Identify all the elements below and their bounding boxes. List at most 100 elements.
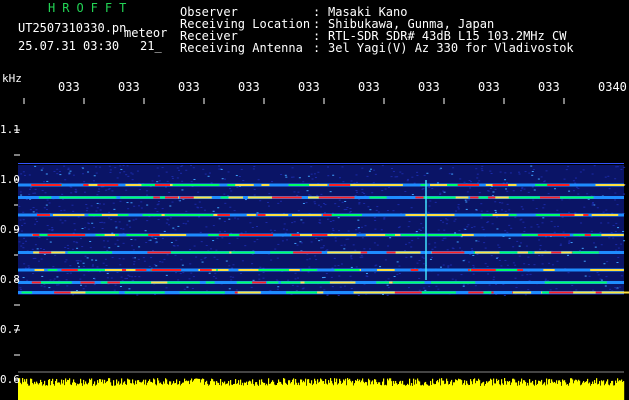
signal-segment: [101, 214, 118, 216]
signal-segment: [574, 214, 584, 216]
noise-speck: [107, 188, 110, 190]
noise-speck: [538, 239, 541, 241]
signal-segment: [584, 234, 591, 236]
noise-speck: [293, 191, 296, 193]
noise-speck: [150, 267, 153, 269]
time-tick-label: 033: [118, 80, 140, 94]
noise-speck: [499, 171, 502, 173]
noise-speck: [45, 204, 48, 206]
noise-speck: [154, 208, 157, 210]
noise-speck: [590, 216, 593, 218]
noise-speck: [475, 168, 478, 170]
noise-speck: [557, 225, 560, 227]
noise-speck: [320, 239, 323, 241]
noise-speck: [232, 276, 235, 278]
signal-segment: [21, 291, 32, 294]
noise-speck: [446, 249, 449, 251]
noise-speck: [93, 175, 96, 177]
noise-speck: [56, 173, 59, 175]
noise-speck: [523, 230, 526, 232]
noise-speck: [74, 188, 77, 190]
noise-speck: [299, 241, 302, 243]
noise-speck: [370, 168, 373, 170]
noise-speck: [327, 166, 330, 168]
noise-speck: [22, 211, 25, 213]
noise-speck: [374, 219, 377, 221]
noise-speck: [358, 203, 361, 205]
noise-speck: [32, 258, 35, 260]
noise-speck: [434, 246, 437, 248]
noise-speck: [617, 247, 620, 249]
noise-speck: [83, 181, 86, 183]
noise-speck: [32, 273, 35, 275]
noise-speck: [34, 218, 37, 220]
noise-speck: [296, 194, 299, 196]
noise-speck: [102, 203, 105, 205]
noise-speck: [421, 256, 424, 258]
noise-speck: [446, 219, 449, 221]
noise-speck: [332, 174, 335, 176]
noise-speck: [487, 190, 490, 192]
noise-speck: [175, 239, 178, 241]
noise-speck: [216, 237, 219, 239]
noise-speck: [189, 165, 192, 167]
noise-speck: [198, 216, 201, 218]
noise-speck: [406, 180, 409, 182]
noise-speck: [132, 249, 135, 251]
noise-speck: [553, 231, 556, 233]
noise-speck: [357, 294, 360, 296]
noise-speck: [523, 188, 526, 190]
signal-segment: [142, 214, 162, 216]
noise-speck: [398, 273, 401, 275]
noise-speck: [177, 225, 180, 227]
noise-speck: [497, 244, 500, 246]
noise-speck: [457, 204, 460, 206]
noise-speck: [386, 210, 389, 212]
noise-speck: [600, 222, 603, 224]
noise-speck: [437, 229, 440, 231]
noise-speck: [23, 237, 26, 239]
noise-speck: [43, 286, 46, 288]
noise-speck: [302, 202, 305, 204]
noise-speck: [168, 224, 171, 226]
noise-speck: [592, 289, 595, 291]
signal-segment: [52, 214, 85, 216]
noise-speck: [155, 265, 158, 267]
noise-speck: [156, 211, 159, 213]
noise-speck: [99, 209, 102, 211]
signal-segment: [141, 184, 155, 186]
noise-speck: [69, 170, 72, 172]
noise-speck: [171, 201, 174, 203]
signal-segment: [31, 184, 62, 186]
freq-tick-label: 0.8: [0, 273, 20, 286]
noise-speck: [372, 182, 375, 184]
signal-segment: [459, 196, 469, 199]
noise-speck: [152, 237, 155, 239]
noise-speck: [422, 263, 425, 265]
signal-segment: [377, 269, 395, 271]
noise-speck: [605, 276, 608, 278]
noise-speck: [553, 226, 556, 228]
noise-speck: [415, 232, 418, 234]
noise-speck: [529, 273, 532, 275]
signal-segment: [36, 214, 50, 216]
noise-speck: [128, 288, 131, 290]
noise-speck: [176, 177, 179, 179]
noise-speck: [341, 166, 344, 168]
noise-speck: [411, 240, 414, 242]
noise-speck: [548, 262, 551, 264]
noise-speck: [473, 226, 476, 228]
signal-segment: [304, 281, 330, 284]
signal-segment: [293, 251, 322, 254]
noise-speck: [490, 255, 493, 257]
noise-speck: [49, 279, 52, 281]
noise-speck: [110, 277, 113, 279]
noise-speck: [176, 245, 179, 247]
noise-speck: [417, 237, 420, 239]
noise-speck: [122, 165, 125, 167]
noise-speck: [225, 260, 228, 262]
noise-speck: [542, 217, 545, 219]
noise-speck: [426, 172, 429, 174]
noise-speck: [616, 204, 619, 206]
noise-speck: [620, 275, 623, 277]
